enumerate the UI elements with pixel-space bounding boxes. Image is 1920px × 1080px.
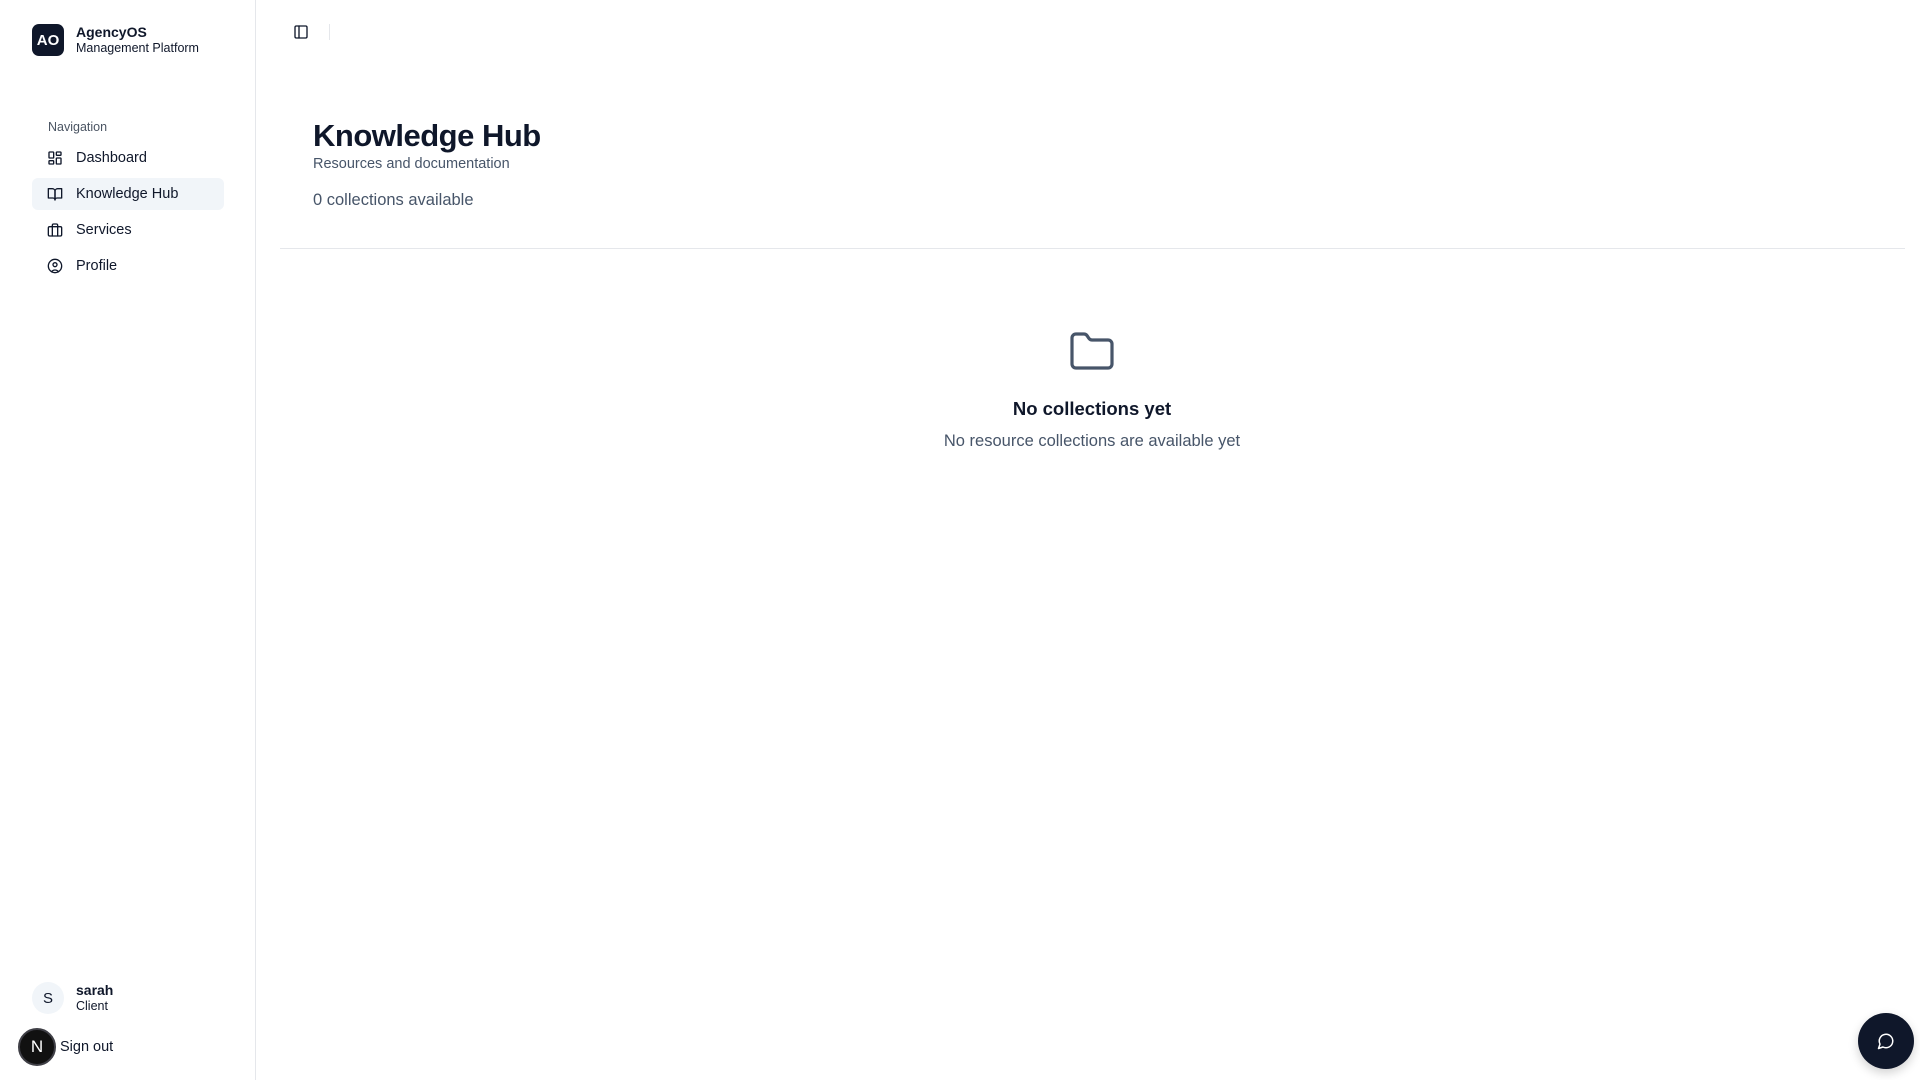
header-divider [280,248,1905,249]
user-circle-icon [47,258,63,274]
empty-state-title: No collections yet [1012,398,1172,419]
topbar [257,0,1920,64]
sidebar-item-profile[interactable]: Profile [32,250,224,282]
sidebar-item-dashboard[interactable]: Dashboard [32,142,224,174]
brand-name: AgencyOS [76,24,147,40]
brand-subtitle: Management Platform [76,41,199,55]
empty-state: No collections yet No resource collectio… [892,328,1292,451]
chat-button[interactable] [1858,1013,1914,1069]
user-text: sarah Client [76,982,113,1014]
sidebar-item-services[interactable]: Services [32,214,224,246]
sidebar-item-knowledge-hub[interactable]: Knowledge Hub [32,178,224,210]
page-subtitle: Resources and documentation [313,156,510,172]
app-root: AO AgencyOS Management Platform Navigati… [0,0,1920,1080]
page-title: Knowledge Hub [313,118,541,153]
sidebar-item-label: Knowledge Hub [76,186,179,202]
sidebar-item-label: Profile [76,258,118,274]
user-role: Client [76,999,108,1013]
sidebar-nav: Dashboard Knowledge Hub Services Profile [32,142,224,286]
user-name: sarah [76,982,114,998]
avatar: S [32,982,64,1014]
dashboard-icon [48,151,62,165]
topbar-separator [329,24,330,40]
message-circle-icon [1877,1033,1894,1050]
sidebar-item-label: Services [76,222,132,238]
sign-out-label: Sign out [60,1039,114,1055]
brand[interactable]: AO AgencyOS Management Platform [32,24,199,56]
sidebar-toggle-icon [294,25,308,39]
collections-count: 0 collections available [313,191,474,209]
page-header: Knowledge Hub Resources and documentatio… [313,118,541,210]
n-badge-icon[interactable]: N [18,1028,56,1066]
briefcase-icon [47,223,63,237]
sign-out-button[interactable]: N Sign out [18,1028,113,1066]
user-card[interactable]: S sarah Client [32,982,113,1014]
folder-icon [1070,332,1114,370]
nav-group-label: Navigation [48,120,108,134]
brand-logo: AO [32,24,64,56]
sidebar-toggle-button[interactable] [291,22,311,42]
empty-state-description: No resource collections are available ye… [943,432,1241,450]
brand-text: AgencyOS Management Platform [76,24,199,56]
book-open-icon [47,188,63,201]
sidebar-item-label: Dashboard [76,150,147,166]
sidebar: AO AgencyOS Management Platform Navigati… [0,0,256,1080]
